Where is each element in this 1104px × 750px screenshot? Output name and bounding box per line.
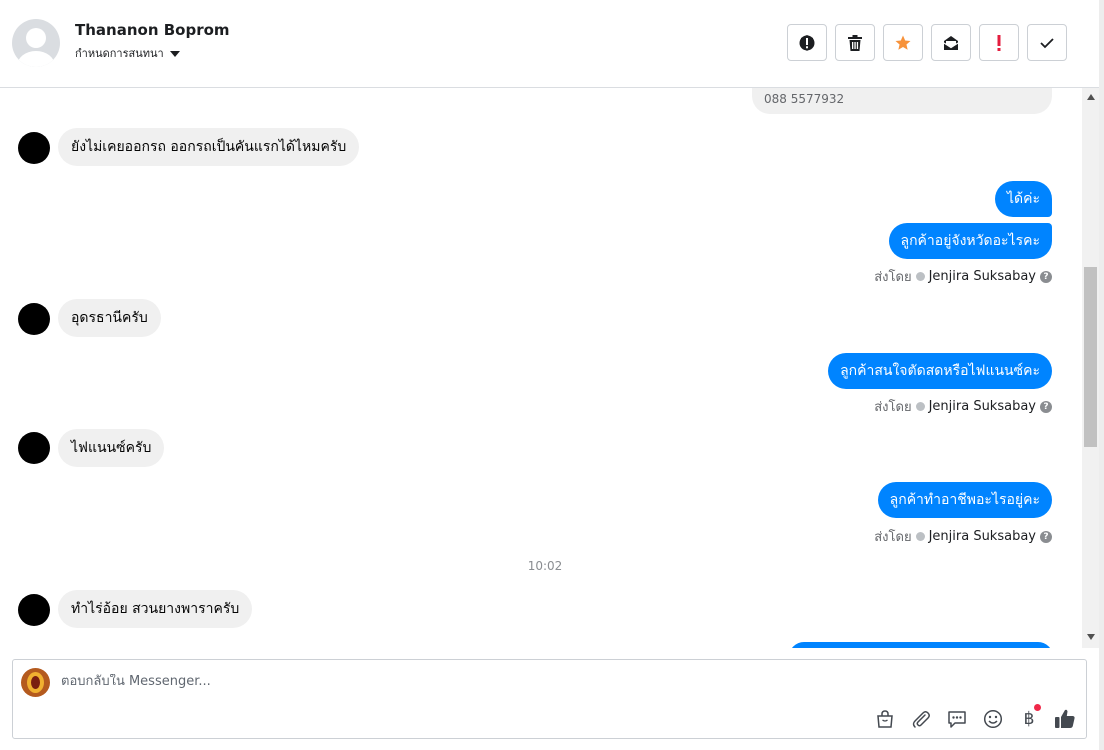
sender-avatar[interactable] <box>18 303 50 335</box>
avatar-core-shape <box>31 676 40 689</box>
timestamp-divider: 10:02 <box>527 559 563 573</box>
envelope-icon <box>943 35 959 50</box>
reply-input[interactable] <box>61 674 861 689</box>
help-icon[interactable]: ? <box>1040 400 1052 413</box>
payment-button[interactable]: ฿ <box>1017 704 1042 731</box>
sent-by-line: ส่งโดย Jenjira Suksabay ? <box>874 526 1052 547</box>
message-text: ลูกค้าทำอาชีพอะไรอยู่คะ <box>889 492 1040 508</box>
shop-button[interactable] <box>873 707 897 731</box>
message-thread[interactable]: 088 5577932 ยังไม่เคยออกรถ ออกรถเป็นคันแ… <box>0 88 1082 648</box>
sent-by-label: ส่งโดย <box>874 530 912 545</box>
label-selector-text: กำหนดการสนทนา <box>75 47 164 60</box>
trash-icon <box>848 34 862 51</box>
scroll-up-icon[interactable] <box>1087 94 1095 100</box>
sent-by-label: ส่งโดย <box>874 270 912 285</box>
contact-avatar[interactable] <box>12 19 60 67</box>
avatar-head-shape <box>26 28 46 48</box>
message-text: ยังไม่เคยออกรถ ออกรถเป็นคันแรกได้ไหมครับ <box>71 139 347 155</box>
baht-icon: ฿ <box>1024 704 1042 729</box>
message-text: ลูกค้าสนใจตัดสดหรือไฟแนนซ์คะ <box>840 363 1040 379</box>
sent-by-label: ส่งโดย <box>874 400 912 415</box>
outgoing-message-bubble[interactable]: ได้ค่ะ <box>994 181 1052 217</box>
verified-dot-icon <box>915 272 925 281</box>
incoming-message-bubble[interactable]: ทำไร่อ้อย สวนยางพาราครับ <box>58 590 253 628</box>
incoming-message-bubble[interactable]: ไฟแนนซ์ครับ <box>58 429 165 467</box>
mark-important-button[interactable] <box>979 24 1019 61</box>
sent-by-line: ส่งโดย Jenjira Suksabay ? <box>874 266 1052 287</box>
partial-outgoing-bubble: 088 5577932 <box>752 88 1052 114</box>
outgoing-message-bubble[interactable]: ลูกค้าสนใจตัดสดหรือไฟแนนซ์คะ <box>828 353 1052 389</box>
thread-scrollbar[interactable] <box>1082 88 1099 648</box>
emoji-icon <box>983 709 1003 729</box>
notification-dot <box>1034 704 1042 711</box>
conversation-header: Thananon Boprom กำหนดการสนทนา <box>0 0 1104 88</box>
mark-spam-button[interactable] <box>787 24 827 61</box>
caret-down-icon <box>169 50 180 57</box>
saved-replies-icon <box>948 711 966 728</box>
incoming-message-bubble[interactable]: ยังไม่เคยออกรถ ออกรถเป็นคันแรกได้ไหมครับ <box>58 128 360 166</box>
sender-name[interactable]: Jenjira Suksabay <box>929 399 1036 414</box>
composer-toolbar: ฿ <box>873 704 1077 731</box>
help-icon[interactable]: ? <box>1040 270 1052 283</box>
star-icon <box>895 35 911 50</box>
window-edge <box>1099 0 1104 750</box>
verified-dot-icon <box>915 402 925 411</box>
alert-circle-icon <box>799 34 815 51</box>
sender-name[interactable]: Jenjira Suksabay <box>929 269 1036 284</box>
incoming-message-bubble[interactable]: อุดรธานีครับ <box>58 299 161 337</box>
delete-button[interactable] <box>835 24 875 61</box>
star-button[interactable] <box>883 24 923 61</box>
verified-dot-icon <box>915 532 925 541</box>
sender-avatar[interactable] <box>18 132 50 164</box>
saved-replies-button[interactable] <box>945 707 969 731</box>
outgoing-message-bubble[interactable]: ลูกค้าอยู่จังหวัดอะไรคะ <box>888 223 1052 259</box>
scroll-down-icon[interactable] <box>1087 634 1095 640</box>
message-text: อุดรธานีครับ <box>71 310 148 326</box>
checkmark-icon <box>1040 37 1054 48</box>
message-text: ได้ค่ะ <box>1006 191 1040 207</box>
message-text: ไฟแนนซ์ครับ <box>71 440 152 456</box>
attach-button[interactable] <box>909 707 933 731</box>
thumbs-up-icon <box>1055 709 1075 728</box>
mark-done-button[interactable] <box>1027 24 1067 61</box>
outgoing-message-bubble[interactable]: ลูกค้าทำอาชีพอะไรอยู่คะ <box>877 482 1052 518</box>
message-text: ลูกค้าอยู่จังหวัดอะไรคะ <box>900 233 1041 249</box>
label-selector[interactable]: กำหนดการสนทนา <box>75 44 180 62</box>
shopping-bag-icon <box>877 710 893 728</box>
reply-composer: ฿ <box>12 659 1087 739</box>
scrollbar-thumb[interactable] <box>1084 267 1097 447</box>
sent-by-line: ส่งโดย Jenjira Suksabay ? <box>874 396 1052 417</box>
help-icon[interactable]: ? <box>1040 530 1052 543</box>
partial-outgoing-bubble <box>789 642 1053 648</box>
sender-avatar[interactable] <box>18 432 50 464</box>
exclamation-icon <box>997 34 1001 51</box>
emoji-button[interactable] <box>981 707 1005 731</box>
message-text: ทำไร่อ้อย สวนยางพาราครับ <box>71 601 240 617</box>
avatar-body-shape <box>17 51 55 67</box>
page-avatar <box>21 668 50 697</box>
paperclip-icon <box>912 711 930 728</box>
sender-name[interactable]: Jenjira Suksabay <box>929 529 1036 544</box>
contact-name[interactable]: Thananon Boprom <box>75 21 230 39</box>
conversation-actions <box>787 24 1067 61</box>
mark-unread-button[interactable] <box>931 24 971 61</box>
sender-avatar[interactable] <box>18 594 50 626</box>
partial-bubble-text: 088 5577932 <box>764 92 845 106</box>
like-button[interactable] <box>1053 707 1077 731</box>
